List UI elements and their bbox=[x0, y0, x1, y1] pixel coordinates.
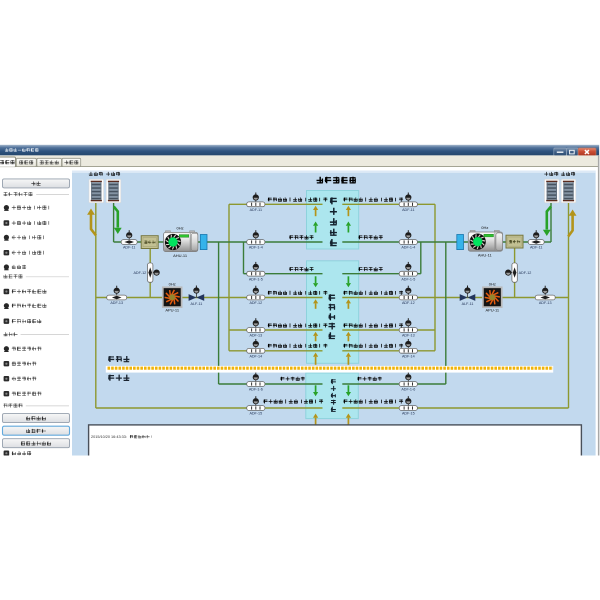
svg-text:ADF-12: ADF-12 bbox=[402, 301, 415, 305]
svg-text:ADF-15: ADF-15 bbox=[402, 412, 415, 416]
svg-text:ADF-12: ADF-12 bbox=[249, 301, 262, 305]
svg-text:ADF-13: ADF-13 bbox=[539, 301, 552, 305]
svg-text:AHU-11: AHU-11 bbox=[173, 253, 188, 258]
svg-text:ADF-12: ADF-12 bbox=[133, 271, 146, 275]
svg-text:APU-11: APU-11 bbox=[165, 308, 179, 313]
svg-text:2015/10/20 16:43:33:: 2015/10/20 16:43:33: bbox=[91, 435, 127, 439]
svg-text:ADF-13: ADF-13 bbox=[402, 334, 415, 338]
svg-text:ADF-1-5: ADF-1-5 bbox=[401, 277, 415, 281]
svg-text:ADF-1-4: ADF-1-4 bbox=[401, 246, 415, 250]
svg-text:0Hz: 0Hz bbox=[481, 225, 488, 230]
svg-text:0Hz: 0Hz bbox=[169, 282, 176, 287]
svg-text:0Hz: 0Hz bbox=[489, 282, 496, 287]
svg-text:ALF-11: ALF-11 bbox=[190, 302, 202, 306]
svg-text:ADF-11: ADF-11 bbox=[530, 246, 542, 250]
svg-text:ADF-13: ADF-13 bbox=[110, 301, 123, 305]
svg-text:ADF-14: ADF-14 bbox=[249, 354, 262, 358]
svg-text:ADF-11: ADF-11 bbox=[250, 208, 262, 212]
svg-text:!: ! bbox=[151, 435, 152, 439]
svg-text:ADF-13: ADF-13 bbox=[249, 334, 262, 338]
svg-text:ADF-1-5: ADF-1-5 bbox=[249, 277, 263, 281]
svg-text:ADF-11: ADF-11 bbox=[123, 246, 135, 250]
svg-text:AHU-11: AHU-11 bbox=[478, 253, 493, 258]
svg-text:ADF-15: ADF-15 bbox=[249, 412, 262, 416]
svg-text:ADF-1-6: ADF-1-6 bbox=[401, 388, 415, 392]
svg-text:ADF-14: ADF-14 bbox=[402, 354, 415, 358]
svg-text:ADF-12: ADF-12 bbox=[519, 271, 532, 275]
svg-text:ADF-11: ADF-11 bbox=[402, 208, 414, 212]
svg-text:0Hz: 0Hz bbox=[177, 226, 184, 231]
svg-text:ADF-1-6: ADF-1-6 bbox=[249, 388, 263, 392]
svg-text:APU-11: APU-11 bbox=[485, 308, 499, 313]
svg-text:ALF-11: ALF-11 bbox=[462, 302, 474, 306]
svg-text:ADF-1-4: ADF-1-4 bbox=[249, 246, 263, 250]
